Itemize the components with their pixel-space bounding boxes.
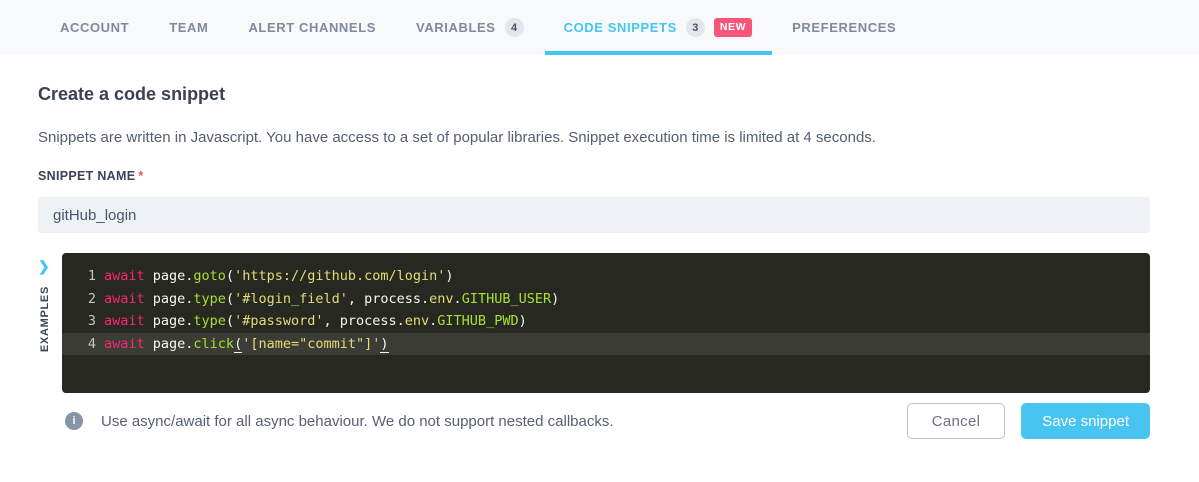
line-number: 1 (62, 265, 96, 288)
tab-count-badge: 4 (505, 18, 524, 37)
required-marker: * (138, 169, 143, 183)
code-token: type (193, 291, 226, 307)
code-token: click (193, 336, 234, 352)
page-description: Snippets are written in Javascript. You … (38, 128, 1150, 148)
code-token: ( (226, 268, 234, 284)
code-token: env (429, 291, 453, 307)
tab-label: VARIABLES (416, 20, 496, 35)
snippet-name-input[interactable] (38, 197, 1150, 233)
code-token: page. (145, 268, 194, 284)
tab-label: TEAM (169, 20, 208, 35)
code-token: , process. (323, 313, 404, 329)
tab-alert-channels[interactable]: ALERT CHANNELS (248, 0, 376, 55)
footer-bar: i Use async/await for all async behaviou… (38, 403, 1150, 439)
code-token: await (104, 291, 145, 307)
code-token: GITHUB_PWD (437, 313, 518, 329)
page-title: Create a code snippet (38, 84, 1150, 105)
code-token: ( (226, 291, 234, 307)
code-token: goto (193, 268, 226, 284)
create-snippet-panel: Create a code snippet Snippets are writt… (0, 84, 1199, 439)
code-token: '#login_field' (234, 291, 348, 307)
code-token: env (405, 313, 429, 329)
code-token: await (104, 313, 145, 329)
save-snippet-button[interactable]: Save snippet (1021, 403, 1150, 439)
line-number: 3 (62, 310, 96, 333)
code-line-1[interactable]: 1 await page.goto('https://github.com/log… (62, 265, 1150, 288)
code-token: '[name="commit"]' (242, 336, 380, 352)
code-token: ) (445, 268, 453, 284)
code-token: , process. (348, 291, 429, 307)
code-line-3[interactable]: 3 await page.type('#password', process.en… (62, 310, 1150, 333)
code-token: ( (234, 336, 242, 353)
examples-label[interactable]: EXAMPLES (39, 286, 51, 352)
line-number: 2 (62, 288, 96, 311)
code-editor[interactable]: 1await page.goto('https://github.com/log… (62, 253, 1150, 393)
code-token: ) (519, 313, 527, 329)
code-token: page. (145, 336, 194, 352)
code-token: type (193, 313, 226, 329)
tab-preferences[interactable]: PREFERENCES (792, 0, 896, 55)
code-token: ) (551, 291, 559, 307)
code-token: ) (380, 336, 388, 353)
code-token: page. (145, 291, 194, 307)
code-token: . (454, 291, 462, 307)
code-token: page. (145, 313, 194, 329)
info-icon: i (65, 412, 83, 430)
code-line-4[interactable]: 4 await page.click('[name="commit"]') (62, 333, 1150, 356)
tab-label: ACCOUNT (60, 20, 129, 35)
code-token: await (104, 336, 145, 352)
cancel-button[interactable]: Cancel (907, 403, 1006, 439)
code-token: GITHUB_USER (462, 291, 551, 307)
code-token: await (104, 268, 145, 284)
tab-code-snippets[interactable]: CODE SNIPPETS 3 NEW (564, 0, 753, 55)
tab-label: ALERT CHANNELS (248, 20, 376, 35)
footer-note: Use async/await for all async behaviour.… (101, 413, 614, 430)
tab-label: PREFERENCES (792, 20, 896, 35)
editor-section: EXAMPLES 1await page.goto('https://githu… (38, 253, 1150, 393)
code-token: '#password' (234, 313, 323, 329)
snippet-name-label-text: SNIPPET NAME (38, 169, 135, 183)
code-token: ( (226, 313, 234, 329)
tab-variables[interactable]: VARIABLES 4 (416, 0, 524, 55)
footer-note-group: i Use async/await for all async behaviou… (38, 412, 907, 430)
examples-sidebar: EXAMPLES (38, 253, 62, 393)
code-token: 'https://github.com/login' (234, 268, 445, 284)
code-line-2[interactable]: 2 await page.type('#login_field', process… (62, 288, 1150, 311)
tab-count-badge: 3 (686, 18, 705, 37)
tab-label: CODE SNIPPETS (564, 20, 677, 35)
new-badge: NEW (714, 18, 752, 37)
line-number: 4 (62, 333, 96, 356)
snippet-name-label: SNIPPET NAME* (38, 169, 1150, 183)
tab-bar: ACCOUNT TEAM ALERT CHANNELS VARIABLES 4 CODE … (0, 0, 1199, 55)
tab-account[interactable]: ACCOUNT (60, 0, 129, 55)
chevron-right-icon[interactable] (38, 259, 50, 273)
tab-team[interactable]: TEAM (169, 0, 208, 55)
